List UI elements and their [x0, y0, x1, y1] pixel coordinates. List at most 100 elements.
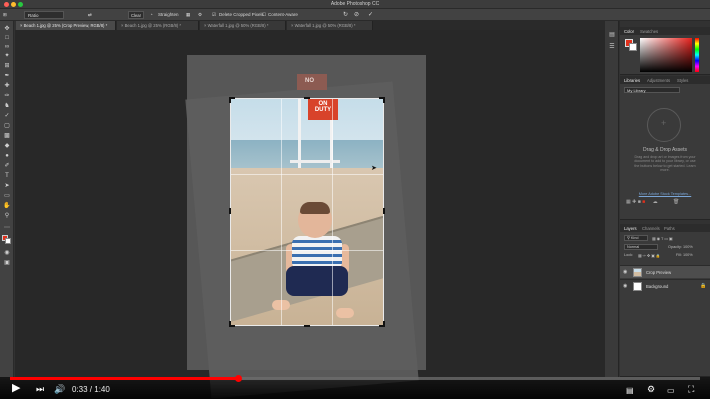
overlay-grid-icon[interactable]: ▦ — [186, 12, 190, 18]
tab-color[interactable]: Color — [624, 29, 634, 34]
history-panel-icon[interactable]: ▤ — [608, 31, 616, 38]
doc-tab[interactable]: × Beach 1.jpg @ 25% (RGB/8) * — [117, 21, 199, 30]
more-tools-icon[interactable]: ⋯ — [3, 224, 11, 231]
clear-button-label: Clear — [131, 13, 142, 18]
tab-styles[interactable]: Styles — [677, 78, 688, 83]
opacity-control[interactable]: Opacity: 100% — [668, 245, 693, 249]
clone-stamp-tool-icon[interactable]: ♞ — [3, 102, 11, 109]
crop-handle-bottom[interactable] — [304, 325, 310, 327]
layer-filter-kind-select[interactable]: ⚲ Kind — [624, 235, 648, 241]
pen-tool-icon[interactable]: ✐ — [3, 162, 11, 169]
move-tool-icon[interactable]: ✥ — [3, 25, 11, 32]
theater-mode-icon[interactable]: ▭ — [667, 385, 675, 396]
add-graphic-icon[interactable]: ✚ — [632, 199, 636, 205]
content-aware-checkbox[interactable]: ☐ — [262, 12, 266, 18]
adobe-stock-link[interactable]: More Adobe Stock Templates... — [620, 192, 710, 196]
tab-channels[interactable]: Channels — [642, 226, 660, 231]
eye-icon[interactable]: ◉ — [623, 269, 627, 275]
tab-layers[interactable]: Layers — [624, 226, 637, 231]
play-icon[interactable]: ▶ — [12, 383, 20, 394]
doc-tab[interactable]: × Waterfall 1.jpg @ 50% (RGB/8) * — [287, 21, 373, 30]
straighten-icon[interactable]: ◔ — [150, 12, 153, 17]
blend-mode-select[interactable]: Normal — [624, 244, 658, 250]
gradient-tool-icon[interactable]: ▩ — [3, 132, 11, 139]
crop-handle-top-right[interactable] — [383, 97, 385, 103]
lock-icons[interactable]: ▦ ✑ ✥ ▣ 🔒 — [638, 253, 661, 258]
add-content-icon[interactable]: ▦ — [626, 199, 631, 205]
dodge-tool-icon[interactable]: ● — [3, 152, 11, 159]
crop-handle-bottom-left[interactable] — [229, 321, 231, 327]
library-select[interactable]: My Library — [624, 87, 680, 93]
add-color-icon[interactable]: ■ — [638, 199, 641, 205]
library-empty-description: Drag and drop art or images from your do… — [634, 155, 696, 172]
layer-row-crop-preview[interactable]: ◉ Crop Preview — [620, 265, 710, 278]
mouse-cursor-icon: ➤ — [371, 165, 377, 172]
lasso-tool-icon[interactable]: ∞ — [3, 43, 11, 50]
color-panel-background-swatch[interactable] — [629, 43, 637, 51]
crop-handle-bottom-right[interactable] — [383, 321, 385, 327]
crop-bounding-box[interactable] — [230, 98, 384, 326]
libraries-panel-tabs: Libraries Adjustments Styles — [620, 76, 710, 84]
straighten-label[interactable]: Straighten — [158, 12, 179, 17]
settings-gear-icon[interactable]: ⚙ — [647, 384, 655, 395]
library-footer-icons: ▦ ✚ ■ ■ ☁ 🗑 — [626, 199, 679, 205]
quick-select-tool-icon[interactable]: ✦ — [3, 52, 11, 59]
reset-crop-icon[interactable]: ↻ — [343, 11, 348, 18]
doc-tab[interactable]: × Waterfall 1.jpg @ 50% (RGB/8) * — [200, 21, 286, 30]
path-select-tool-icon[interactable]: ➤ — [3, 182, 11, 189]
crop-handle-left[interactable] — [229, 208, 231, 214]
volume-icon[interactable]: 🔊 — [54, 384, 65, 395]
fill-control[interactable]: Fill: 100% — [676, 253, 693, 257]
fullscreen-icon[interactable]: ⛶ — [688, 384, 694, 395]
quick-mask-icon[interactable]: ◉ — [3, 249, 11, 256]
hue-slider[interactable] — [695, 38, 699, 72]
background-color-swatch[interactable] — [5, 238, 11, 244]
ratio-select[interactable]: Ratio — [24, 11, 64, 19]
progress-bar[interactable] — [10, 375, 700, 382]
zoom-tool-icon[interactable]: ⚲ — [3, 212, 11, 219]
eraser-tool-icon[interactable]: ▢ — [3, 122, 11, 129]
eye-icon[interactable]: ◉ — [623, 283, 627, 289]
dimmed-sign: NO — [297, 74, 327, 90]
layer-filter-icons[interactable]: ▦ ◉ T ▭ ▣ — [652, 236, 672, 241]
crop-tool-preset-icon[interactable]: ⊞ — [3, 12, 7, 18]
captions-icon[interactable]: ▤ — [626, 385, 634, 396]
canvas-workspace[interactable]: NO ON DUTY ➤ — [15, 30, 605, 399]
color-picker-field[interactable] — [640, 38, 692, 72]
properties-panel-icon[interactable]: ☰ — [608, 43, 616, 50]
tab-libraries[interactable]: Libraries — [624, 78, 640, 83]
healing-tool-icon[interactable]: ✚ — [3, 82, 11, 89]
shape-tool-icon[interactable]: ▭ — [3, 192, 11, 199]
crop-handle-top-left[interactable] — [229, 97, 231, 103]
tab-swatches[interactable]: Swatches — [640, 29, 658, 34]
tab-adjustments[interactable]: Adjustments — [647, 78, 670, 83]
type-tool-icon[interactable]: T — [3, 172, 11, 179]
hand-tool-icon[interactable]: ✋ — [3, 202, 11, 209]
video-player-controls: ▶ ⏭ 🔊 0:33 / 1:40 ▤ ⚙ ▭ ⛶ — [0, 375, 710, 399]
doc-tab-active[interactable]: × Beach 1.jpg @ 25% (Crop Preview, RGB/8… — [16, 21, 116, 30]
screen-mode-icon[interactable]: ▣ — [3, 259, 11, 266]
doc-tab-label: Waterfall 1.jpg @ 50% (RGB/8) * — [294, 23, 356, 28]
swap-ratio-icon[interactable]: ⇄ — [88, 12, 92, 18]
clear-button[interactable]: Clear — [128, 11, 144, 19]
history-brush-tool-icon[interactable]: ✓ — [3, 112, 11, 119]
crop-handle-top[interactable] — [304, 97, 310, 99]
progress-scrubber[interactable] — [234, 375, 242, 382]
brush-tool-icon[interactable]: ✑ — [3, 92, 11, 99]
tab-paths[interactable]: Paths — [664, 226, 675, 231]
next-icon[interactable]: ⏭ — [36, 384, 44, 395]
crop-handle-right[interactable] — [383, 208, 385, 214]
commit-crop-icon[interactable]: ✓ — [368, 11, 373, 18]
foreground-color-icon[interactable]: ■ — [642, 199, 645, 205]
cancel-crop-icon[interactable]: ⊘ — [354, 11, 359, 18]
ratio-select-value: Ratio — [28, 13, 39, 18]
crop-tool-icon[interactable]: ⊞ — [3, 62, 11, 69]
cloud-icon[interactable]: ☁ — [653, 199, 658, 205]
trash-icon[interactable]: 🗑 — [673, 199, 679, 205]
marquee-tool-icon[interactable]: □ — [3, 34, 11, 41]
blur-tool-icon[interactable]: ◆ — [3, 142, 11, 149]
delete-cropped-checkbox[interactable]: ☑ — [212, 12, 216, 18]
settings-gear-icon[interactable]: ⚙ — [198, 12, 202, 18]
layer-row-background[interactable]: ◉ Background 🔒 — [620, 279, 710, 292]
eyedropper-tool-icon[interactable]: ✒ — [3, 72, 11, 79]
